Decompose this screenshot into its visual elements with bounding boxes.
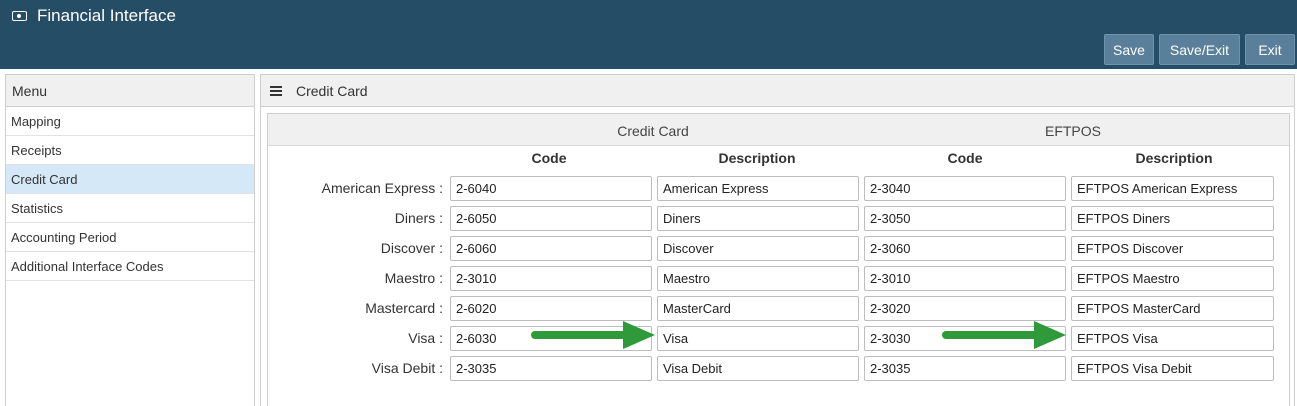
- eftpos-code-field[interactable]: [864, 296, 1066, 321]
- cc-code-field[interactable]: [450, 296, 652, 321]
- row-label: Maestro :: [384, 270, 443, 286]
- row-label: Visa :: [408, 330, 443, 346]
- app-title: Financial Interface: [12, 6, 176, 26]
- column-header-eftpos-code: Code: [947, 150, 983, 166]
- column-header-cc-description: Description: [718, 150, 796, 166]
- row-label: Diners :: [394, 210, 443, 226]
- eftpos-code-field[interactable]: [864, 236, 1066, 261]
- sidebar-item-mapping[interactable]: Mapping: [6, 107, 254, 136]
- sidebar: Menu Mapping Receipts Credit Card Statistic…: [5, 74, 255, 406]
- sidebar-title: Menu: [6, 75, 254, 107]
- eftpos-description-field[interactable]: [1071, 296, 1274, 321]
- cc-description-field[interactable]: [657, 206, 859, 231]
- row-label: Visa Debit :: [371, 360, 443, 376]
- column-header-eftpos-description: Description: [1135, 150, 1213, 166]
- row-label: Mastercard :: [365, 300, 443, 316]
- arrow-annotation-icon: [531, 321, 655, 349]
- cc-code-field[interactable]: [450, 266, 652, 291]
- group-label-eftpos: EFTPOS: [1044, 123, 1101, 139]
- cc-description-field[interactable]: [657, 326, 859, 351]
- save-exit-button[interactable]: Save/Exit: [1159, 34, 1240, 65]
- sidebar-item-additional-interface-codes[interactable]: Additional Interface Codes: [6, 252, 254, 281]
- money-icon: [12, 11, 27, 21]
- cc-code-field[interactable]: [450, 206, 652, 231]
- app-title-text: Financial Interface: [37, 6, 176, 25]
- row-label: Discover :: [380, 240, 443, 256]
- arrow-annotation-icon: [942, 321, 1066, 349]
- eftpos-description-field[interactable]: [1071, 356, 1274, 381]
- sidebar-item-statistics[interactable]: Statistics: [6, 194, 254, 223]
- cc-description-field[interactable]: [657, 176, 859, 201]
- sidebar-item-credit-card[interactable]: Credit Card: [6, 165, 254, 194]
- toolbar: Save Save/Exit Exit: [1104, 34, 1295, 65]
- eftpos-code-field[interactable]: [864, 206, 1066, 231]
- row-label: American Express :: [321, 180, 443, 196]
- eftpos-code-field[interactable]: [864, 266, 1066, 291]
- cc-code-field[interactable]: [450, 236, 652, 261]
- eftpos-description-field[interactable]: [1071, 176, 1274, 201]
- cc-description-field[interactable]: [657, 266, 859, 291]
- cc-code-field[interactable]: [450, 176, 652, 201]
- cc-description-field[interactable]: [657, 236, 859, 261]
- eftpos-description-field[interactable]: [1071, 326, 1274, 351]
- save-button[interactable]: Save: [1104, 34, 1154, 65]
- cc-description-field[interactable]: [657, 296, 859, 321]
- group-header: Credit Card EFTPOS: [268, 114, 1289, 146]
- eftpos-code-field[interactable]: [864, 356, 1066, 381]
- eftpos-description-field[interactable]: [1071, 236, 1274, 261]
- eftpos-code-field[interactable]: [864, 176, 1066, 201]
- cc-description-field[interactable]: [657, 356, 859, 381]
- panel-header: Credit Card: [261, 75, 1294, 107]
- eftpos-description-field[interactable]: [1071, 266, 1274, 291]
- eftpos-description-field[interactable]: [1071, 206, 1274, 231]
- column-header-cc-code: Code: [531, 150, 567, 166]
- sidebar-item-accounting-period[interactable]: Accounting Period: [6, 223, 254, 252]
- app-header: Financial Interface Save Save/Exit Exit: [0, 0, 1297, 69]
- panel-title: Credit Card: [296, 82, 368, 99]
- group-label-credit-card: Credit Card: [617, 123, 689, 139]
- sidebar-item-receipts[interactable]: Receipts: [6, 136, 254, 165]
- credit-card-form: Credit Card EFTPOS Code Description Code…: [267, 113, 1290, 406]
- hamburger-icon[interactable]: [270, 85, 282, 96]
- cc-code-field[interactable]: [450, 356, 652, 381]
- menu-list: Mapping Receipts Credit Card Statistics Acco…: [6, 107, 254, 281]
- exit-button[interactable]: Exit: [1245, 34, 1295, 65]
- main-panel: Credit Card Credit Card EFTPOS Code Desc…: [260, 74, 1295, 406]
